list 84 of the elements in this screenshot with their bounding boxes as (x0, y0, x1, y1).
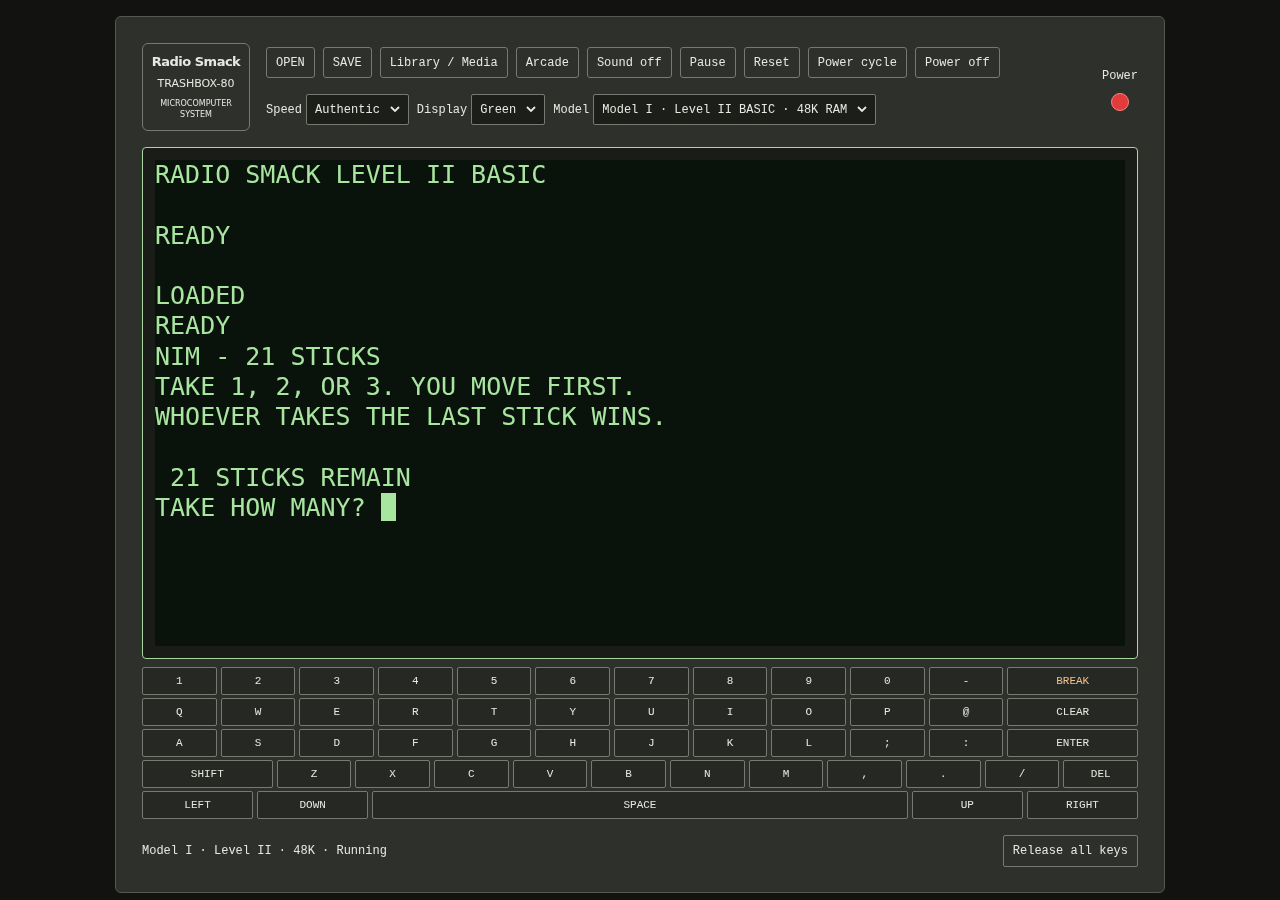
terminal-line: RADIO SMACK LEVEL II BASIC (155, 160, 547, 189)
keyboard-key[interactable]: 2 (220, 667, 296, 695)
keyboard-key[interactable]: @ (928, 698, 1004, 726)
keyboard-key[interactable]: P (850, 698, 925, 726)
keyboard-key[interactable]: ENTER (1007, 729, 1139, 757)
keyboard-key[interactable]: M (748, 760, 824, 788)
keyboard-key[interactable]: : (928, 729, 1004, 757)
setting-label: Model (553, 101, 590, 119)
keyboard-key[interactable]: F (378, 729, 453, 757)
keyboard-key[interactable]: T (456, 698, 532, 726)
keyboard-key[interactable]: - (928, 667, 1004, 695)
keyboard-key[interactable]: I (692, 698, 768, 726)
keyboard-key[interactable]: S (220, 729, 296, 757)
keyboard-key[interactable]: D (299, 729, 374, 757)
keyboard-key[interactable]: E (299, 698, 374, 726)
keyboard-key[interactable]: Q (142, 698, 217, 726)
keyboard-key[interactable]: O (771, 698, 847, 726)
terminal-line: READY (155, 311, 231, 341)
dropdown[interactable]: Model I · Level II BASIC · 48K RAM (593, 94, 877, 125)
keyboard-key[interactable]: N (670, 760, 745, 788)
keyboard-key[interactable]: K (692, 729, 768, 757)
keyboard-key[interactable]: 1 (142, 667, 217, 695)
release-keys-button[interactable]: Release all keys (1002, 835, 1138, 867)
keyboard-key[interactable]: RIGHT (1026, 791, 1138, 819)
keyboard-key[interactable]: W (220, 698, 296, 726)
power-label: Power (1102, 68, 1138, 85)
keyboard-key[interactable]: CLEAR (1007, 698, 1139, 726)
keyboard-key[interactable]: / (984, 760, 1060, 788)
toolbar-button[interactable]: Power cycle (807, 47, 907, 78)
chevron-down-icon (389, 106, 400, 113)
toolbar-button[interactable]: Library / Media (379, 47, 508, 78)
keyboard-key[interactable]: BREAK (1007, 667, 1139, 695)
keyboard-key[interactable]: R (378, 698, 453, 726)
toolbar-button[interactable]: Sound off (586, 47, 672, 78)
keyboard-key[interactable]: 8 (692, 667, 768, 695)
keyboard-key[interactable]: 6 (535, 667, 611, 695)
toolbar-button[interactable]: Arcade (515, 47, 579, 78)
toolbar-button[interactable]: Power off (914, 47, 1000, 78)
status-text: Model I · Level II · 48K · Running (142, 843, 387, 860)
keyboard-key[interactable]: ; (850, 729, 925, 757)
keyboard-key[interactable]: L (771, 729, 847, 757)
chevron-down-icon (857, 106, 868, 113)
dropdown[interactable]: Authentic (306, 94, 409, 125)
keyboard-key[interactable]: Z (276, 760, 352, 788)
keyboard-key[interactable]: 9 (771, 667, 847, 695)
terminal-line: READY (155, 220, 231, 250)
keyboard-key[interactable]: UP (911, 791, 1023, 819)
setting-label: Display (416, 101, 468, 119)
terminal-line: WHOEVER TAKES THE LAST STICK WINS. (155, 402, 667, 432)
keyboard-key[interactable]: , (827, 760, 902, 788)
toolbar-button[interactable]: OPEN (266, 47, 315, 78)
keyboard-key[interactable]: J (614, 729, 689, 757)
keyboard-key[interactable]: LEFT (142, 791, 254, 819)
dropdown[interactable]: Green (471, 94, 546, 125)
keyboard-key[interactable]: 4 (378, 667, 453, 695)
keyboard-key[interactable]: 3 (299, 667, 374, 695)
keyboard-key[interactable]: SHIFT (142, 760, 273, 788)
keyboard-key[interactable]: U (614, 698, 689, 726)
terminal-line: NIM - 21 STICKS (155, 341, 381, 371)
setting-label: Speed (266, 101, 302, 119)
keyboard-key[interactable]: DEL (1063, 760, 1139, 788)
keyboard-key[interactable]: DOWN (257, 791, 369, 819)
keyboard-key[interactable]: H (535, 729, 611, 757)
terminal-line: TAKE 1, 2, OR 3. YOU MOVE FIRST. (155, 372, 637, 402)
keyboard-key[interactable]: V (512, 760, 588, 788)
keyboard-key[interactable]: Y (535, 698, 611, 726)
toolbar-button[interactable]: Reset (743, 47, 800, 78)
keyboard-key[interactable]: A (142, 729, 217, 757)
logo-badge: Radio Smack TRASHBOX-80 MICROCOMPUTER SYSTEM (142, 43, 250, 131)
terminal-line: TAKE HOW MANY? (155, 493, 367, 523)
keyboard-key[interactable]: G (456, 729, 532, 757)
terminal-line: LOADED (155, 281, 246, 311)
keyboard-key[interactable]: X (355, 760, 430, 788)
keyboard-key[interactable]: SPACE (372, 791, 908, 819)
keyboard-key[interactable]: 0 (850, 667, 925, 695)
chevron-down-icon (526, 106, 537, 113)
keyboard-key[interactable]: B (591, 760, 666, 788)
keyboard-key[interactable]: 7 (614, 667, 689, 695)
keyboard-key[interactable]: C (434, 760, 509, 788)
toolbar-button[interactable]: Pause (679, 47, 736, 78)
keyboard-key[interactable]: 5 (456, 667, 532, 695)
toolbar-button[interactable]: SAVE (322, 47, 372, 78)
keyboard-key[interactable]: . (906, 760, 981, 788)
terminal-line: 21 STICKS REMAIN (169, 462, 411, 492)
